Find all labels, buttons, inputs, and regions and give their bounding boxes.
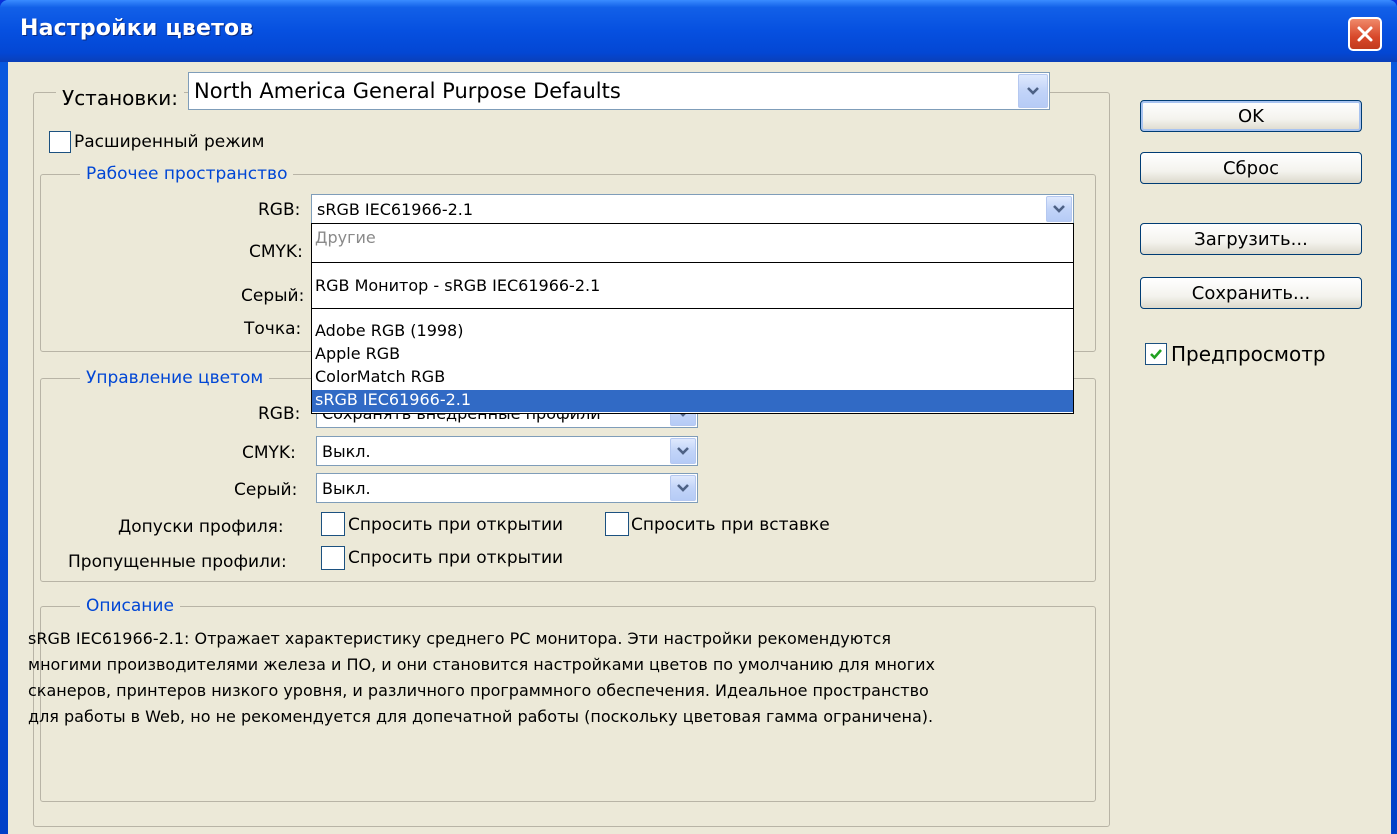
ws-rgb-select-value: sRGB IEC61966-2.1 <box>317 199 474 219</box>
description-line: многими производителями железа и ПО, и о… <box>28 655 935 674</box>
cm-gray-select[interactable]: Выкл. <box>316 473 698 503</box>
description-title: Описание <box>80 596 180 616</box>
chevron-down-icon <box>1053 205 1065 213</box>
preview-label: Предпросмотр <box>1171 342 1326 366</box>
profile-mismatch-label: Допуски профиля: <box>118 517 284 537</box>
cm-cmyk-select[interactable]: Выкл. <box>316 436 698 466</box>
missing-open-checkbox[interactable] <box>321 546 345 570</box>
ws-rgb-select[interactable]: sRGB IEC61966-2.1 <box>311 194 1074 224</box>
dropdown-separator <box>312 262 1073 263</box>
description-line: sRGB IEC61966-2.1: Отражает характеристи… <box>28 629 891 648</box>
ws-rgb-dropdown-button[interactable] <box>1046 196 1072 222</box>
missing-profiles-label: Пропущенные профили: <box>68 552 287 572</box>
ws-spot-label: Точка: <box>244 319 302 339</box>
chevron-down-icon <box>677 447 689 455</box>
mismatch-paste-checkbox[interactable] <box>605 512 629 536</box>
advanced-mode-checkbox[interactable] <box>49 131 71 153</box>
working-spaces-title: Рабочее пространство <box>80 164 294 184</box>
save-button[interactable]: Сохранить... <box>1140 277 1362 309</box>
chevron-down-icon <box>677 484 689 492</box>
close-button[interactable] <box>1348 17 1382 51</box>
dropdown-separator <box>312 308 1073 309</box>
settings-label: Установки: <box>56 86 185 110</box>
dropdown-option-monitor-rgb[interactable]: RGB Монитор - sRGB IEC61966-2.1 <box>312 276 1073 295</box>
ok-button[interactable]: OK <box>1140 100 1362 132</box>
dialog-window: Настройки цветов Установки: North Americ… <box>0 0 1397 834</box>
settings-select-value: North America General Purpose Defaults <box>194 79 621 103</box>
mismatch-open-label: Спросить при открытии <box>348 515 564 535</box>
dropdown-option[interactable]: Apple RGB <box>312 344 1073 363</box>
cm-rgb-label: RGB: <box>258 404 301 424</box>
missing-open-label: Спросить при открытии <box>348 548 564 568</box>
mismatch-open-checkbox[interactable] <box>321 512 345 536</box>
checkmark-icon <box>1150 349 1162 360</box>
settings-select[interactable]: North America General Purpose Defaults <box>188 72 1050 110</box>
description-text: sRGB IEC61966-2.1: Отражает характеристи… <box>28 626 1068 730</box>
cm-cmyk-select-value: Выкл. <box>322 441 371 461</box>
settings-dropdown-button[interactable] <box>1018 74 1048 108</box>
dialog-client: Установки: North America General Purpose… <box>8 62 1391 834</box>
color-management-title: Управление цветом <box>80 368 270 388</box>
cm-cmyk-dropdown-button[interactable] <box>670 438 696 464</box>
dropdown-option[interactable]: ColorMatch RGB <box>312 367 1073 386</box>
preview-checkbox[interactable] <box>1145 343 1167 365</box>
description-line: для работы в Web, но не рекомендуется дл… <box>28 707 934 726</box>
dropdown-option-selected[interactable]: sRGB IEC61966-2.1 <box>312 390 1073 412</box>
cm-gray-label: Серый: <box>234 480 298 500</box>
reset-button[interactable]: Сброс <box>1140 152 1362 184</box>
close-icon <box>1357 26 1373 42</box>
mismatch-paste-label: Спросить при вставке <box>631 515 830 535</box>
rgb-dropdown-list[interactable]: Другие RGB Монитор - sRGB IEC61966-2.1 A… <box>311 223 1074 414</box>
window-title: Настройки цветов <box>20 16 254 41</box>
ws-rgb-label: RGB: <box>258 200 301 220</box>
dropdown-group-header: Другие <box>315 228 376 247</box>
cm-cmyk-label: CMYK: <box>242 443 296 463</box>
ws-gray-label: Серый: <box>241 286 305 306</box>
chevron-down-icon <box>1027 87 1039 95</box>
description-line: сканеров, принтеров низкого уровня, и ра… <box>28 681 929 700</box>
ws-cmyk-label: CMYK: <box>249 242 303 262</box>
advanced-mode-label: Расширенный режим <box>74 132 265 152</box>
dropdown-option[interactable]: Adobe RGB (1998) <box>312 321 1073 340</box>
cm-gray-dropdown-button[interactable] <box>670 475 696 501</box>
load-button[interactable]: Загрузить... <box>1140 223 1362 255</box>
title-bar[interactable]: Настройки цветов <box>0 0 1397 62</box>
cm-gray-select-value: Выкл. <box>322 478 371 498</box>
